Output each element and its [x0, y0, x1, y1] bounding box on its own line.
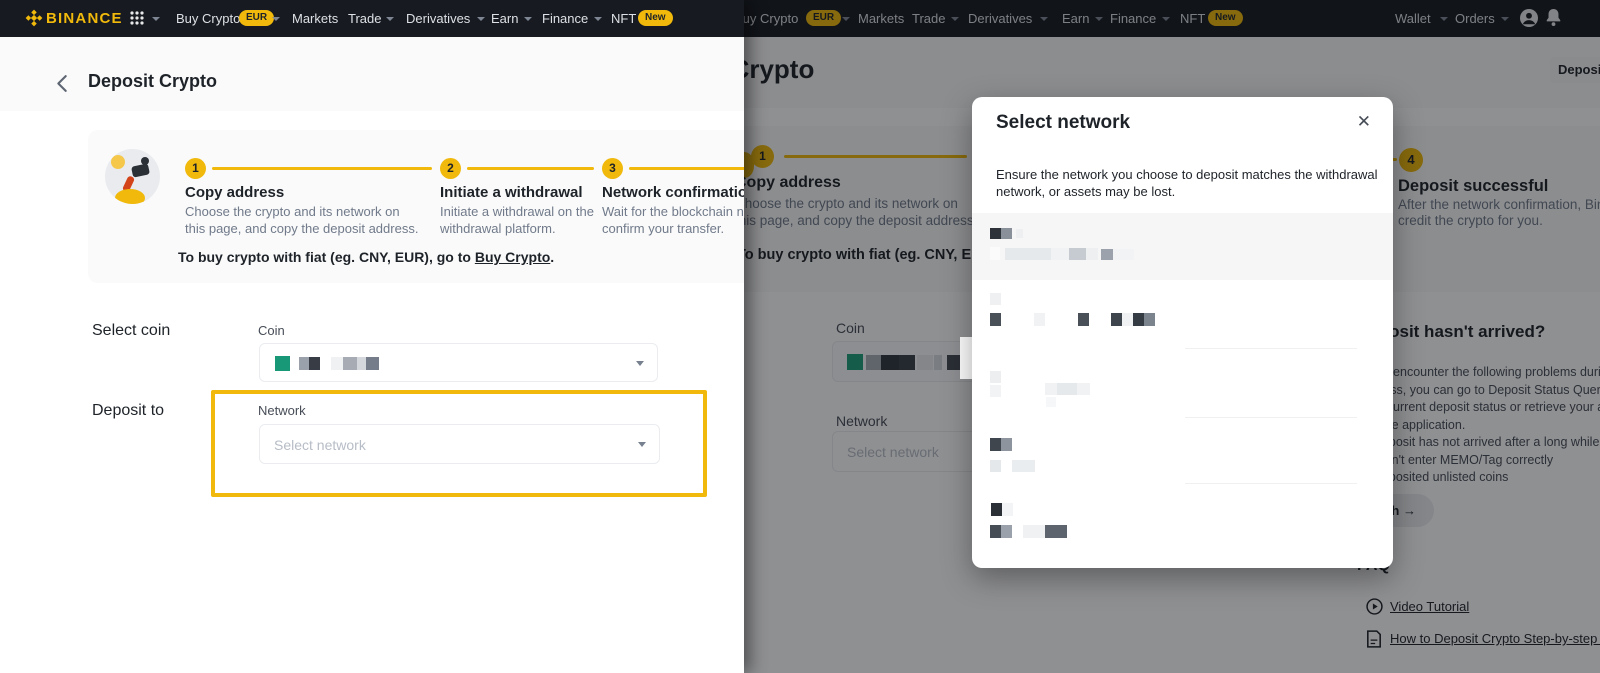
redacted-block [1057, 383, 1077, 395]
step-title: Copy address [185, 184, 285, 201]
redacted-block [1051, 248, 1069, 260]
buy-fiat-note: To buy crypto with fiat (eg. CNY, EUR), … [178, 249, 554, 265]
buy-crypto-link[interactable]: Buy Crypto [475, 249, 550, 265]
redacted-block [1001, 438, 1012, 451]
redacted-block [331, 357, 343, 370]
deposit-to-label: Deposit to [92, 402, 165, 419]
redacted-block [990, 385, 1001, 397]
redacted-block [1046, 397, 1056, 407]
redacted-block [1016, 229, 1023, 238]
redacted-block [1001, 525, 1012, 538]
redacted-block [990, 438, 1001, 451]
step-number: 3 [602, 158, 623, 179]
redacted-block [1001, 228, 1012, 239]
redacted-block [1086, 248, 1098, 260]
modal-redacted-content [972, 97, 1393, 568]
buy-fiat-period: . [550, 249, 555, 265]
redacted-block [357, 357, 366, 370]
redacted-block [991, 503, 1002, 516]
buy-fiat-text: To buy crypto with fiat (eg. CNY, EUR), … [178, 249, 475, 265]
redacted-block [1045, 525, 1067, 538]
chevron-down-icon [638, 442, 646, 447]
screen: Buy Crypto EUR Markets Trade Derivatives… [0, 0, 1600, 673]
redacted-block [1113, 249, 1134, 260]
currency-badge: EUR [239, 10, 275, 26]
redacted-block [1023, 525, 1045, 538]
step-description: Initiate a withdrawal on the withdrawal … [440, 204, 594, 236]
select-coin-label: Select coin [92, 322, 171, 339]
coin-field-label: Coin [258, 323, 285, 338]
redacted-block [1144, 313, 1155, 326]
deposit-illustration [105, 149, 160, 204]
coin-select[interactable] [259, 343, 658, 382]
page-title: Deposit Crypto [88, 71, 218, 91]
redacted-block [1122, 313, 1133, 326]
redacted-block [1012, 460, 1035, 472]
apps-grid-icon[interactable] [130, 11, 144, 30]
redacted-block [1005, 248, 1051, 260]
redacted-block [1111, 313, 1122, 326]
select-network-modal: Select network ✕ Ensure the network you … [972, 97, 1393, 568]
redacted-block [1078, 313, 1089, 326]
chevron-down-icon [386, 17, 394, 21]
nav-item-buy-crypto[interactable]: Buy Crypto [176, 11, 240, 26]
top-nav: BINANCE Buy Crypto EUR Markets Trade Der… [0, 0, 744, 37]
step-connector [629, 167, 744, 170]
redacted-block [990, 228, 1001, 239]
redacted-block [1002, 503, 1013, 516]
nav-item-finance[interactable]: Finance [542, 11, 588, 26]
nav-item-earn[interactable]: Earn [491, 11, 518, 26]
redacted-block [990, 525, 1001, 538]
nav-item-trade[interactable]: Trade [348, 11, 381, 26]
step-description: Choose the crypto and its network on thi… [185, 204, 419, 236]
nav-item-nft[interactable]: NFT [611, 11, 636, 26]
nav-item-markets[interactable]: Markets [292, 11, 338, 26]
redacted-block [1034, 313, 1045, 326]
redacted-block [990, 313, 1001, 326]
chevron-down-icon [636, 361, 644, 366]
redacted-block [1133, 313, 1144, 326]
redacted-block [275, 356, 290, 371]
illustration-figure [131, 163, 150, 178]
binance-logo-text[interactable]: BINANCE [46, 10, 123, 27]
redacted-block [990, 293, 1001, 305]
step-number: 2 [440, 158, 461, 179]
step-title: Initiate a withdrawal [440, 184, 583, 201]
illustration-coin [111, 155, 125, 169]
step-description: Wait for the blockchain network to confi… [602, 204, 744, 236]
redacted-block [1069, 248, 1086, 260]
chevron-down-icon [477, 17, 485, 21]
redacted-block [990, 460, 1001, 472]
chevron-down-icon [594, 17, 602, 21]
binance-logo-icon[interactable] [25, 9, 43, 32]
network-select[interactable]: Select network [259, 424, 660, 464]
redacted-block [299, 357, 309, 370]
redacted-block [1101, 249, 1113, 260]
illustration-wedge [115, 189, 145, 204]
redacted-block [366, 357, 379, 370]
new-badge: New [638, 10, 673, 26]
redacted-block [309, 357, 320, 370]
redacted-block [343, 357, 357, 370]
step-title: Network confirmation [602, 184, 744, 201]
chevron-down-icon [152, 17, 160, 21]
step-connector [212, 167, 432, 170]
foreground-page: BINANCE Buy Crypto EUR Markets Trade Der… [0, 0, 744, 673]
chevron-down-icon [524, 17, 532, 21]
network-placeholder: Select network [274, 437, 366, 453]
nav-item-derivatives[interactable]: Derivatives [406, 11, 470, 26]
redacted-block [990, 247, 1000, 260]
network-field-label: Network [258, 403, 306, 418]
redacted-block [990, 371, 1001, 383]
back-chevron-icon[interactable] [55, 74, 68, 98]
step-connector [467, 167, 594, 170]
chevron-down-icon [272, 17, 280, 21]
step-number: 1 [185, 158, 206, 179]
